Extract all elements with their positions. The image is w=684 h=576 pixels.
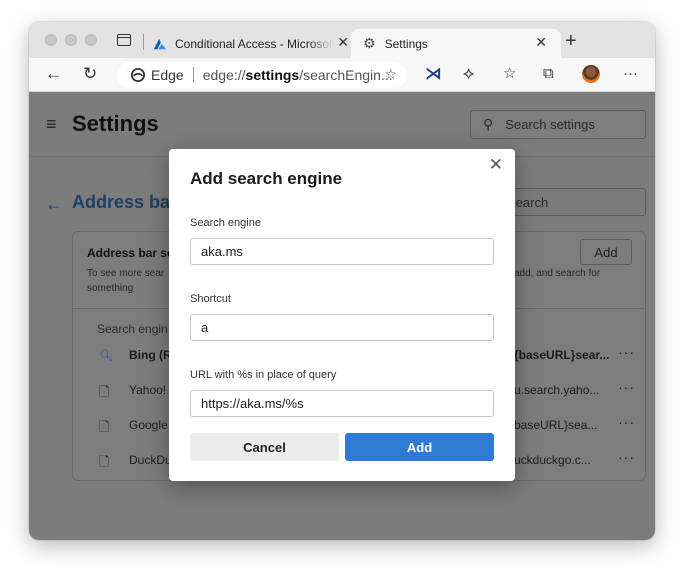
engine-url: u.search.yaho... — [514, 383, 600, 397]
edge-logo-icon — [131, 68, 145, 82]
tab-conditional-access[interactable]: Conditional Access - Microsoft Azure ✕ — [149, 29, 349, 58]
url-input[interactable] — [190, 390, 494, 417]
card-description-line2: something — [87, 283, 134, 294]
new-tab-icon[interactable]: + — [565, 30, 577, 53]
tab-strip: Conditional Access - Microsoft Azure ✕ ⚙… — [29, 22, 655, 58]
settings-header: ≡ Settings ⚲ Search settings — [29, 92, 655, 157]
address-divider — [192, 67, 194, 83]
back-icon[interactable]: ← — [45, 64, 62, 84]
extension-icon[interactable]: ⋊ — [425, 64, 442, 84]
address-bar[interactable]: Edge edge://settings/searchEngin... ☆ — [117, 62, 407, 88]
engine-url: uckduckgo.c... — [514, 453, 591, 467]
search-engine-label: Search engine — [190, 217, 261, 229]
site-name: Edge — [151, 67, 184, 83]
document-icon: 🗋 — [99, 454, 110, 469]
engine-name: Google — [129, 418, 168, 432]
add-favorite-icon[interactable]: ☆ — [384, 66, 397, 83]
refresh-icon[interactable]: ↻ — [83, 64, 97, 84]
tab-divider — [143, 34, 144, 50]
more-options-icon[interactable]: ··· — [618, 449, 635, 465]
shortcut-input[interactable] — [190, 314, 494, 341]
url-text: edge://settings/searchEngin... — [202, 67, 393, 83]
search-icon: ⚲ — [483, 116, 494, 132]
close-window-button[interactable] — [45, 34, 57, 46]
collections-icon[interactable]: ⧉ — [543, 64, 554, 84]
favorites-icon[interactable]: ☆ — [503, 64, 516, 84]
page-title: Settings — [72, 111, 159, 136]
document-icon: 🗋 — [99, 384, 110, 399]
tab-title: Settings — [384, 36, 428, 51]
more-options-icon[interactable]: ··· — [618, 414, 635, 430]
zoom-window-button[interactable] — [85, 34, 97, 46]
browser-toolbar: ← ↻ Edge edge://settings/searchEngin... … — [29, 58, 655, 92]
minimize-window-button[interactable] — [65, 34, 77, 46]
azure-logo-icon — [153, 38, 167, 49]
close-tab-icon[interactable]: ✕ — [337, 34, 349, 51]
more-options-icon[interactable]: ··· — [618, 344, 635, 360]
add-search-engine-dialog: ✕ Add search engine Search engine Shortc… — [169, 149, 515, 481]
search-engine-input[interactable] — [190, 238, 494, 265]
tab-title: Conditional Access - Microsoft Azure — [175, 36, 333, 51]
more-options-icon[interactable]: ··· — [618, 379, 635, 395]
card-description: To see more sear — [87, 268, 165, 279]
card-title: Address bar se — [87, 246, 174, 260]
url-label: URL with %s in place of query — [190, 369, 337, 381]
cancel-button[interactable]: Cancel — [190, 433, 339, 461]
engine-name: Bing (R — [129, 348, 172, 362]
back-arrow-icon[interactable]: ← — [45, 194, 63, 215]
close-dialog-icon[interactable]: ✕ — [489, 155, 503, 175]
list-header: Search engin — [97, 322, 168, 336]
section-title: Address bar — [72, 192, 178, 212]
add-button[interactable]: Add — [345, 433, 494, 461]
search-placeholder: Search settings — [505, 117, 595, 132]
gear-icon: ⚙ — [363, 35, 376, 51]
document-icon: 🗋 — [99, 419, 110, 434]
engine-url: {baseURL}sear... — [514, 348, 610, 362]
engine-name: Yahoo! — [129, 383, 167, 397]
search-icon: 🔍︎ — [99, 350, 113, 362]
tab-settings[interactable]: ⚙ Settings ✕ — [351, 29, 561, 58]
search-settings-input[interactable]: ⚲ Search settings — [470, 110, 646, 139]
close-tab-icon[interactable]: ✕ — [535, 34, 547, 51]
engine-url: baseURL}sea... — [514, 418, 598, 432]
profile-avatar[interactable] — [582, 65, 600, 83]
shortcut-label: Shortcut — [190, 293, 231, 305]
card-description-right: add, and search for — [514, 268, 601, 279]
engine-name: DuckDu — [129, 453, 172, 467]
dialog-title: Add search engine — [190, 169, 343, 188]
more-menu-icon[interactable]: ··· — [623, 64, 638, 84]
tab-actions-icon[interactable] — [117, 34, 131, 46]
extensions-puzzle-icon[interactable]: ⟡ — [463, 64, 474, 84]
add-engine-button[interactable]: Add — [580, 239, 632, 265]
hamburger-menu-icon[interactable]: ≡ — [46, 114, 57, 135]
